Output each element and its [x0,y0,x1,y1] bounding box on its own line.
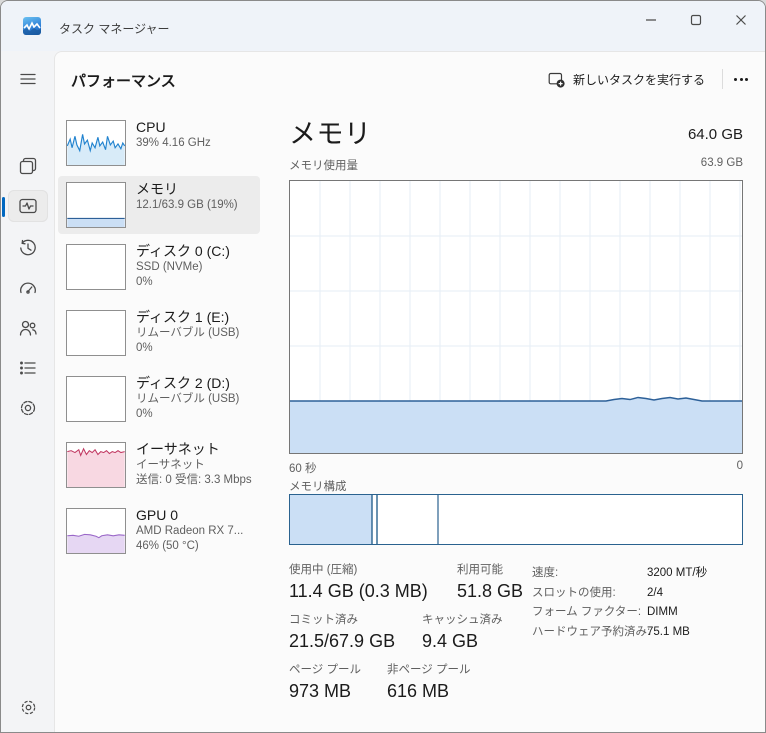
memory-stats: 使用中 (圧縮) 11.4 GB (0.3 MB) 利用可能 51.8 GB コ… [289,562,529,712]
stat-paged-pool: ページ プール 973 MB [289,664,361,701]
run-new-task-button[interactable]: 新しいタスクを実行する [538,65,715,93]
device-subtitle: イーサネット [136,459,205,471]
sidebar-item-processes[interactable] [8,150,48,182]
close-button[interactable] [719,5,763,35]
list-item-gpu[interactable]: GPU 0 AMD Radeon RX 7... 46% (50 °C) [58,502,260,564]
device-title: イーサネット [136,441,220,457]
list-item-disk0[interactable]: ディスク 0 (C:) SSD (NVMe) 0% [58,238,260,300]
sidebar-item-users[interactable] [8,312,48,344]
sidebar-item-details[interactable] [8,352,48,384]
composition-label: メモリ構成 [289,481,347,493]
sidebar-item-services[interactable] [8,392,48,424]
device-subtitle2: 0% [136,276,153,288]
list-item-memory[interactable]: メモリ 12.1/63.9 GB (19%) [58,176,260,234]
list-item-ethernet[interactable]: イーサネット イーサネット 送信: 0 受信: 3.3 Mbps [58,436,260,498]
task-manager-app-icon [23,17,41,35]
device-subtitle: AMD Radeon RX 7... [136,525,244,537]
memory-mini-chart [66,182,126,228]
disk1-mini-chart [66,310,126,356]
disk0-mini-chart [66,244,126,290]
device-subtitle2: 46% (50 °C) [136,540,199,552]
nav-selected-indicator [2,197,5,217]
device-subtitle: SSD (NVMe) [136,261,203,273]
hamburger-menu-button[interactable] [8,63,48,95]
usage-graph-label: メモリ使用量 [289,160,358,172]
app-history-icon [20,239,36,256]
device-title: ディスク 1 (E:) [136,309,230,325]
users-icon [19,320,37,336]
list-item-cpu[interactable]: CPU 39% 4.16 GHz [58,114,260,172]
stat-in-use: 使用中 (圧縮) 11.4 GB (0.3 MB) [289,564,428,601]
window-title: タスク マネージャー [59,22,170,36]
performance-icon [19,198,37,214]
device-title: ディスク 2 (D:) [136,375,230,391]
ethernet-mini-chart [66,442,126,488]
device-subtitle2: 0% [136,408,153,420]
device-subtitle: リムーバブル (USB) [136,393,240,405]
new-task-icon [548,72,565,88]
time-axis-left: 60 秒 [289,463,317,475]
titlebar[interactable]: タスク マネージャー [1,1,765,51]
device-title: メモリ [136,181,178,197]
device-subtitle: リムーバブル (USB) [136,327,240,339]
time-axis-right: 0 [736,460,743,472]
cpu-mini-chart [66,120,126,166]
ellipsis-icon [734,77,737,81]
device-title: ディスク 0 (C:) [136,243,230,259]
maximize-button[interactable] [674,5,718,35]
sidebar-item-app-history[interactable] [8,232,48,264]
run-new-task-label: 新しいタスクを実行する [572,72,705,87]
task-manager-window: タスク マネージャー パフォーマンス 新しいタスクを実行する CPU 39% 4… [0,0,766,733]
memory-total: 64.0 GB [687,126,743,143]
services-icon [20,400,36,416]
stat-non-paged-pool: 非ページ プール 616 MB [387,664,471,701]
memory-composition-bar [289,494,743,545]
hamburger-icon [20,73,36,85]
settings-button[interactable] [8,692,48,722]
nav-rail [1,51,54,732]
sidebar-item-performance[interactable] [8,190,48,222]
disk2-mini-chart [66,376,126,422]
list-item-disk2[interactable]: ディスク 2 (D:) リムーバブル (USB) 0% [58,370,260,432]
sidebar-item-startup-apps[interactable] [8,272,48,304]
detail-slots-used: スロットの使用: 2/4 [532,586,663,599]
page-title: パフォーマンス [71,73,176,90]
device-title: GPU 0 [136,507,179,523]
detail-speed: 速度: 3200 MT/秒 [532,567,708,579]
detail-form-factor: フォーム ファクター: DIMM [532,606,678,618]
memory-usage-graph [289,180,743,454]
device-subtitle: 39% 4.16 GHz [136,137,211,149]
memory-title: メモリ [289,119,372,149]
minimize-button[interactable] [629,5,673,35]
details-icon [20,361,36,375]
device-subtitle: 12.1/63.9 GB (19%) [136,199,238,211]
memory-hardware-details: 速度: 3200 MT/秒 スロットの使用: 2/4 フォーム ファクター: D… [532,564,707,642]
startup-apps-icon [20,282,36,294]
device-subtitle2: 0% [136,342,153,354]
processes-icon [19,157,37,175]
header-separator [722,69,723,89]
usage-graph-max: 63.9 GB [700,157,743,169]
device-title: CPU [136,119,166,135]
list-item-disk1[interactable]: ディスク 1 (E:) リムーバブル (USB) 0% [58,304,260,366]
stat-available: 利用可能 51.8 GB [457,564,524,601]
stat-cached: キャッシュ済み 9.4 GB [422,614,503,651]
gpu-mini-chart [66,508,126,554]
gear-icon [21,700,35,714]
content-card: パフォーマンス 新しいタスクを実行する CPU 39% 4.16 GHz メモリ… [54,51,765,732]
device-subtitle2: 送信: 0 受信: 3.3 Mbps [136,474,252,486]
detail-hardware-reserved: ハードウェア予約済み: 75.1 MB [532,625,690,638]
performance-device-list: CPU 39% 4.16 GHz メモリ 12.1/63.9 GB (19%) [58,114,260,564]
more-options-button[interactable] [727,67,755,91]
stat-committed: コミット済み 21.5/67.9 GB [289,614,396,651]
